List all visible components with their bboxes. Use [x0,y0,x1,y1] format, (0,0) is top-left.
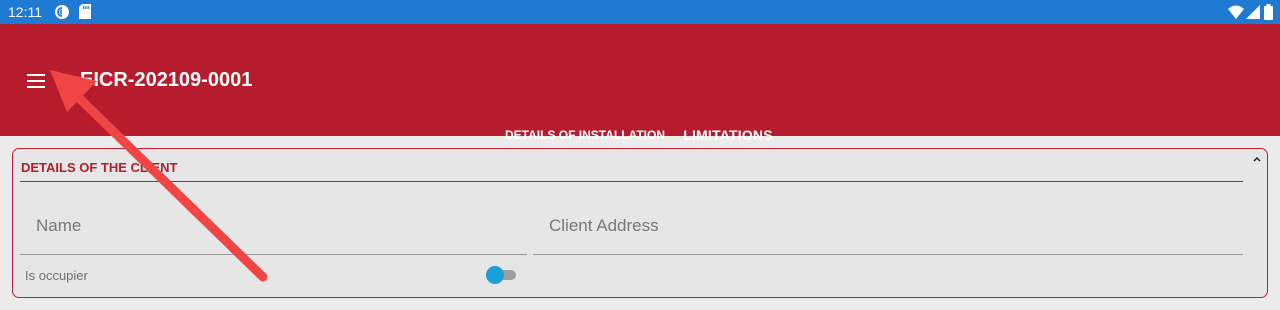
status-time: 12:11 [8,4,42,20]
wifi-icon [1228,5,1244,24]
signal-icon [1246,5,1260,24]
is-occupier-toggle[interactable] [484,265,518,285]
pocket-casts-icon [54,4,70,25]
section-divider [20,181,1243,182]
is-occupier-label: Is occupier [25,268,88,283]
chevron-up-icon[interactable] [1249,153,1265,167]
section-title: DETAILS OF THE CLIENT [21,160,178,175]
tab-details-of-installation[interactable]: DETAILS OF INSTALLATION [498,128,672,142]
sd-card-icon [79,4,91,24]
client-address-field-underline [533,254,1243,255]
name-field-placeholder: Name [36,216,82,235]
battery-icon [1264,4,1273,25]
page-title: EICR-202109-0001 [80,69,253,91]
client-details-section: DETAILS OF THE CLIENT Name Client Addres… [12,148,1268,298]
status-bar: 12:11 [0,0,1280,24]
toggle-thumb [486,266,504,284]
tab-limitations[interactable]: LIMITATIONS [672,127,784,143]
client-address-field-placeholder: Client Address [549,216,659,235]
app-bar: EICR-202109-0001 DETAILS OF INSTALLATION… [0,24,1280,159]
hamburger-menu-icon[interactable] [24,72,48,90]
name-field-underline [20,254,527,255]
